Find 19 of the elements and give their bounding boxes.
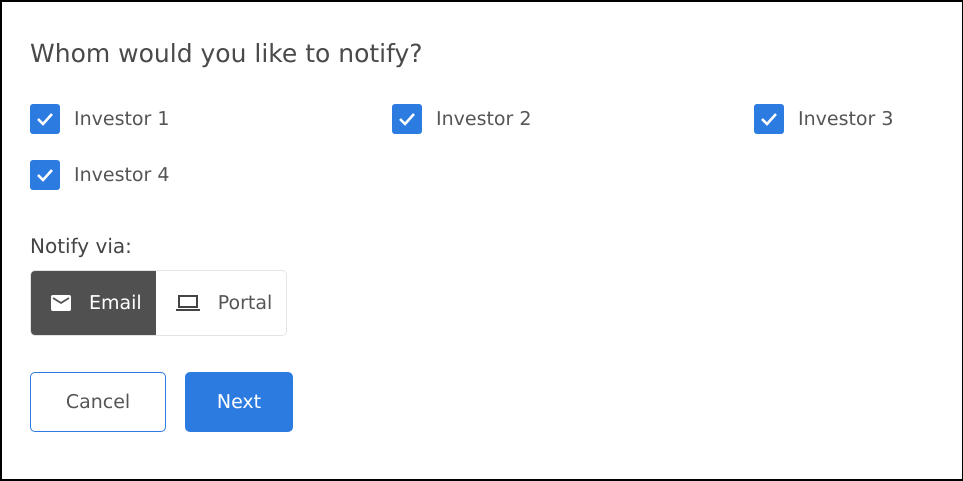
channel-toggle-button[interactable]: Email <box>31 271 156 335</box>
check-icon <box>398 112 416 126</box>
check-icon <box>760 112 778 126</box>
checkbox-label: Investor 4 <box>74 164 170 186</box>
envelope-icon <box>51 295 71 311</box>
next-button[interactable]: Next <box>185 372 293 432</box>
checkbox-label: Investor 2 <box>436 108 532 130</box>
checkbox-label: Investor 3 <box>798 108 894 130</box>
checkbox[interactable] <box>30 104 60 134</box>
checkbox[interactable] <box>30 160 60 190</box>
cancel-button[interactable]: Cancel <box>30 372 166 432</box>
checkbox[interactable] <box>392 104 422 134</box>
check-icon <box>36 112 54 126</box>
checkbox[interactable] <box>754 104 784 134</box>
checkbox-label: Investor 1 <box>74 108 170 130</box>
laptop-icon <box>176 295 200 311</box>
notify-via-label: Notify via: <box>30 234 133 258</box>
dialog-title: Whom would you like to notify? <box>30 38 424 70</box>
check-icon <box>36 168 54 182</box>
